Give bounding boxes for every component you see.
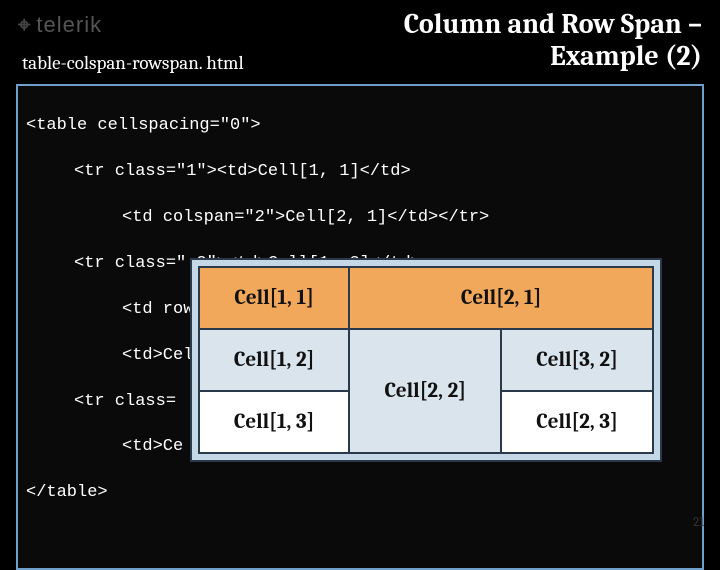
title-line-1: Column and Row Span –	[404, 8, 702, 40]
telerik-logo-icon: ⌖	[18, 14, 30, 36]
code-line: </table>	[26, 482, 694, 505]
table-row: Cell[1, 2] Cell[2, 2] Cell[3, 2]	[199, 329, 653, 391]
table-cell: Cell[1, 3]	[199, 391, 349, 453]
rendered-table: Cell[1, 1] Cell[2, 1] Cell[1, 2] Cell[2,…	[198, 266, 654, 454]
page-number: 21	[693, 515, 704, 530]
table-preview: Cell[1, 1] Cell[2, 1] Cell[1, 2] Cell[2,…	[190, 258, 662, 462]
table-row: Cell[1, 1] Cell[2, 1]	[199, 267, 653, 329]
slide-title: Column and Row Span – Example (2)	[404, 8, 702, 72]
table-cell: Cell[2, 3]	[501, 391, 653, 453]
table-cell: Cell[1, 1]	[199, 267, 349, 329]
telerik-logo-text: telerik	[36, 12, 102, 38]
code-line: <td colspan="2">Cell[2, 1]</td></tr>	[26, 207, 694, 230]
table-cell: Cell[1, 2]	[199, 329, 349, 391]
table-cell: Cell[3, 2]	[501, 329, 653, 391]
table-cell: Cell[2, 1]	[349, 267, 653, 329]
title-line-2: Example (2)	[404, 40, 702, 72]
code-line: <tr class="1"><td>Cell[1, 1]</td>	[26, 161, 694, 184]
table-cell: Cell[2, 2]	[349, 329, 501, 453]
code-line: <table cellspacing="0">	[26, 115, 694, 138]
logo: ⌖ telerik	[18, 12, 102, 38]
